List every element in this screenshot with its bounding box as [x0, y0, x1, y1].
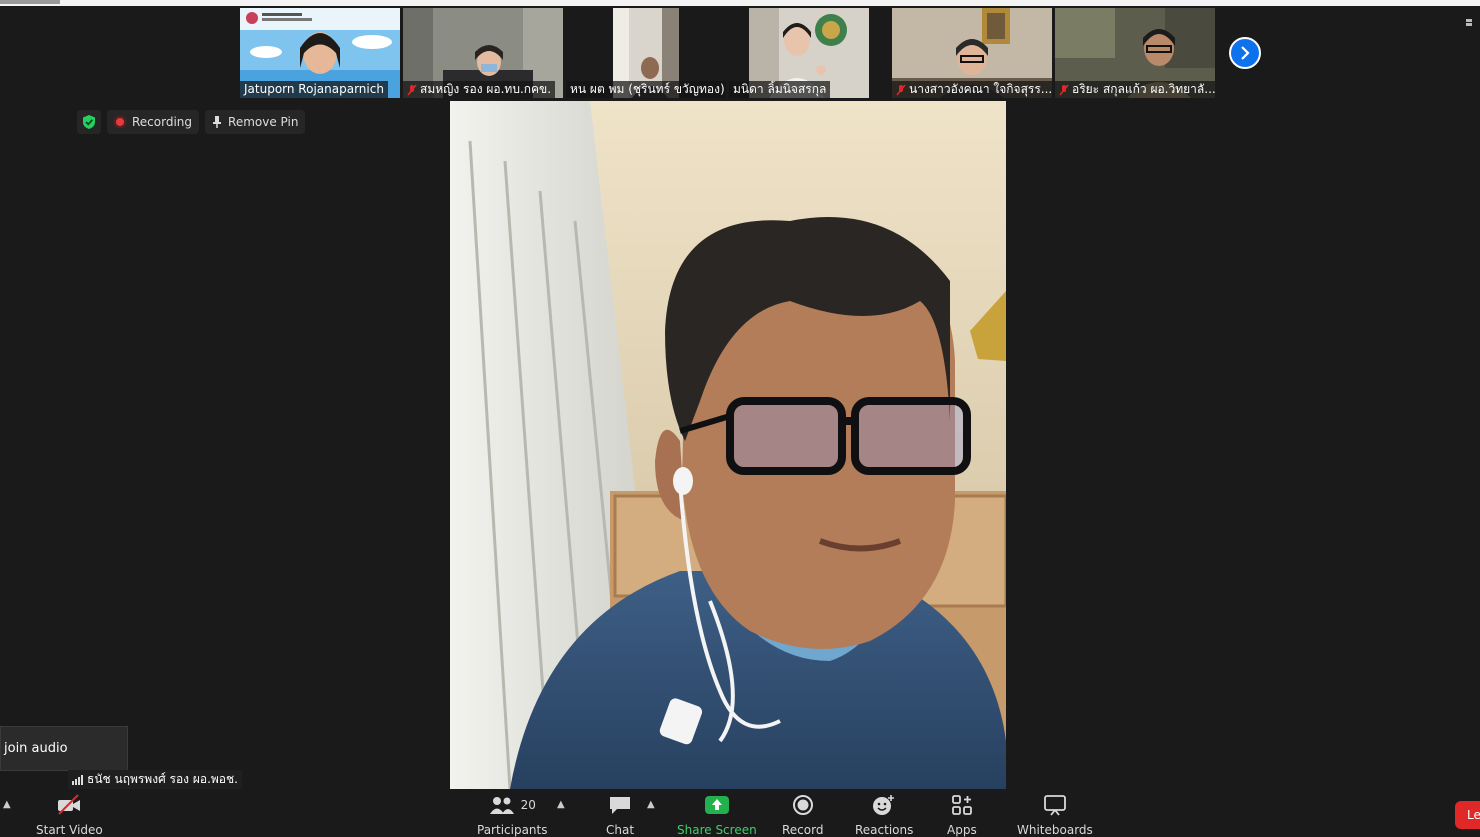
next-page-button[interactable] — [1229, 37, 1261, 69]
recording-label: Recording — [132, 115, 193, 129]
chevron-right-icon — [1241, 46, 1250, 60]
thumbnail-3[interactable]: หน ผต พม (ชุรินทร์ ขวัญทอง) — [566, 8, 726, 98]
share-screen-label: Share Screen — [677, 823, 757, 837]
start-video-button[interactable]: Start Video — [36, 793, 103, 837]
participant-name: สมหญิง รอง ผอ.ทบ.กคข. — [420, 82, 552, 96]
title-fragment — [0, 0, 60, 4]
join-audio-button[interactable]: join audio — [0, 726, 128, 771]
chat-button[interactable]: Chat — [606, 793, 634, 837]
pinned-participant-video — [450, 101, 1006, 789]
participant-name: มนิดา ลิ้มนิจสรกุล — [733, 82, 827, 96]
chat-label: Chat — [606, 823, 635, 837]
participant-name: Jatuporn Rojanaparnich — [244, 82, 384, 96]
mic-muted-icon — [407, 84, 417, 95]
remove-pin-label: Remove Pin — [228, 115, 299, 129]
mic-muted-icon — [896, 84, 906, 95]
whiteboard-icon — [1043, 793, 1067, 817]
thumbnail-nameplate: Jatuporn Rojanaparnich — [240, 81, 388, 98]
mic-muted-icon — [1059, 84, 1069, 95]
thumbnail-nameplate: มนิดา ลิ้มนิจสรกุล — [729, 81, 831, 98]
participants-caret-icon[interactable]: ▲ — [557, 799, 565, 810]
recording-dot-icon — [114, 116, 126, 128]
meeting-indicators: Recording Remove Pin — [77, 110, 306, 134]
thumbnail-4[interactable]: มนิดา ลิ้มนิจสรกุล — [729, 8, 889, 98]
main-video-feed — [450, 101, 1006, 789]
chat-icon — [608, 793, 632, 817]
meeting-toolbar: ▲ Start Video 20 Participants ▲ Chat ▲ S… — [0, 789, 1480, 837]
record-button[interactable]: Record — [782, 793, 823, 837]
share-screen-icon — [704, 793, 730, 817]
participant-name: หน ผต พม (ชุรินทร์ ขวัญทอง) — [570, 82, 725, 96]
participants-count: 20 — [520, 798, 536, 812]
thumbnail-6[interactable]: อริยะ สกุลแก้ว ผอ.วิทยาลั... — [1055, 8, 1215, 98]
pin-icon — [213, 116, 222, 128]
apps-icon — [951, 793, 973, 817]
participants-button[interactable]: 20 Participants — [477, 793, 548, 837]
thumbnail-nameplate: นางสาวอังคณา ใจกิจสุรร... — [892, 81, 1052, 98]
participant-name: อริยะ สกุลแก้ว ผอ.วิทยาลั... — [1072, 82, 1215, 96]
self-nameplate: ธนัช นฤพรพงศ์ รอง ผอ.พอช. — [68, 770, 242, 789]
whiteboards-button[interactable]: Whiteboards — [1017, 793, 1093, 837]
share-screen-button[interactable]: Share Screen — [677, 793, 757, 837]
record-icon — [792, 793, 814, 817]
thumbnail-1[interactable]: Jatuporn Rojanaparnich — [240, 8, 400, 98]
participants-label: Participants — [477, 823, 548, 837]
shield-check-icon — [83, 115, 95, 129]
leave-button[interactable]: Le — [1455, 801, 1480, 829]
thumbnail-5[interactable]: นางสาวอังคณา ใจกิจสุรร... — [892, 8, 1052, 98]
thumbnail-nameplate: หน ผต พม (ชุรินทร์ ขวัญทอง) — [566, 81, 726, 98]
signal-strength-icon — [72, 774, 83, 785]
thumbnail-nameplate: อริยะ สกุลแก้ว ผอ.วิทยาลั... — [1055, 81, 1215, 98]
participants-icon-group: 20 — [489, 793, 536, 817]
record-label: Record — [782, 823, 824, 837]
audio-options-caret-icon[interactable]: ▲ — [3, 799, 11, 810]
people-icon — [489, 797, 514, 814]
start-video-label: Start Video — [36, 823, 103, 837]
whiteboards-label: Whiteboards — [1017, 823, 1093, 837]
participant-name: นางสาวอังคณา ใจกิจสุรร... — [909, 82, 1052, 96]
self-name-label: ธนัช นฤพรพงศ์ รอง ผอ.พอช. — [87, 772, 238, 786]
view-toggle-icon[interactable] — [1466, 18, 1476, 30]
reactions-label: Reactions — [855, 823, 914, 837]
apps-label: Apps — [947, 823, 977, 837]
recording-indicator[interactable]: Recording — [107, 110, 200, 134]
thumbnail-nameplate: สมหญิง รอง ผอ.ทบ.กคข. — [403, 81, 556, 98]
video-off-icon — [56, 793, 82, 817]
emoji-plus-icon — [872, 793, 896, 817]
window-top-strip — [0, 0, 1480, 6]
thumbnail-2[interactable]: สมหญิง รอง ผอ.ทบ.กคข. — [403, 8, 563, 98]
chat-caret-icon[interactable]: ▲ — [647, 799, 655, 810]
reactions-button[interactable]: Reactions — [855, 793, 913, 837]
apps-button[interactable]: Apps — [947, 793, 977, 837]
remove-pin-button[interactable]: Remove Pin — [205, 110, 306, 134]
security-indicator[interactable] — [77, 110, 101, 134]
